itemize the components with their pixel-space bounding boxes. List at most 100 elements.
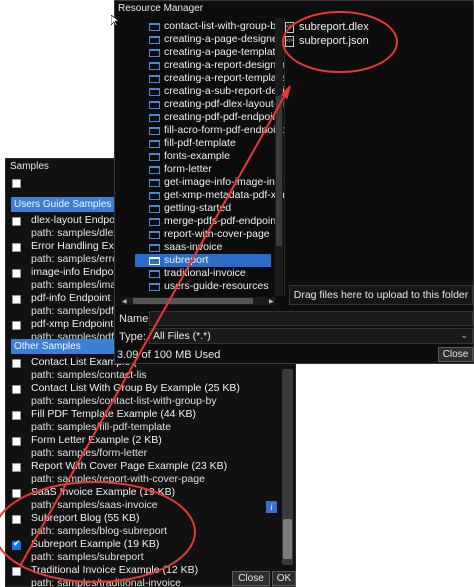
folder-item[interactable]: creating-a-sub-report-designer [149,85,285,98]
sample-item[interactable]: Subreport Blog (55 KB) path: samples/blog… [11,512,296,538]
json-file-icon: </> [285,36,294,47]
folder-icon [149,140,160,148]
sample-name: Subreport Blog (55 KB) [31,512,140,524]
sample-name: Form Letter Example (2 KB) [31,434,162,446]
mouse-cursor-icon [111,15,119,27]
sample-item[interactable]: Fill PDF Template Example (44 KB) path: s… [11,408,296,434]
sample-path: path: samples/saas-invoice [31,499,158,511]
folder-item[interactable]: creating-a-page-designer [149,33,284,46]
sample-name: Traditional Invoice Example (12 KB) [31,564,199,576]
folder-icon [149,283,160,291]
sample-path: path: samples/fill-pdf-template [31,421,172,433]
scroll-right-arrow-icon[interactable]: ▶ [269,298,274,305]
samples-title: Samples [10,161,49,172]
sample-path: path: samples/form-letter [31,447,148,459]
folder-icon [149,166,160,174]
folder-icon [149,205,160,213]
folder-item[interactable]: creating-a-page-template [149,46,284,59]
sample-checkbox[interactable] [12,321,21,330]
sample-checkbox[interactable] [12,489,21,498]
samples-ok-button[interactable]: OK [272,571,296,586]
name-input[interactable] [149,311,473,326]
sample-checkbox[interactable] [12,359,21,368]
upload-drop-zone[interactable]: Drag files here to upload to this folder [289,285,473,305]
file-label: subreport.dlex [299,21,369,33]
sample-name: Report With Cover Page Example (23 KB) [31,460,228,472]
folder-item[interactable]: creating-pdf-pdf-endpoint [149,111,284,124]
folder-icon [149,75,160,83]
folder-icon [149,88,160,96]
folder-icon [149,36,160,44]
sample-name: Contact List With Group By Example (25 K… [31,382,240,394]
folder-item[interactable]: fonts-example [149,150,284,163]
samples-close-button[interactable]: Close [232,571,270,586]
folder-label: fill-pdf-template [164,137,236,149]
folder-item[interactable]: get-image-info-image-info [149,176,284,189]
chevron-down-icon: ⌄ [460,331,468,341]
folder-item[interactable]: report-with-cover-page [149,228,284,241]
sample-name: Subreport Example (19 KB) [31,538,160,550]
folder-item[interactable]: contact-list-with-group-by [149,20,284,33]
sample-checkbox[interactable] [12,539,21,550]
sample-checkbox[interactable] [12,385,21,394]
sample-item[interactable]: Form Letter Example (2 KB) path: samples/… [11,434,296,460]
sample-item[interactable]: SaaS Invoice Example (19 KB) path: sample… [11,486,296,512]
folder-icon [149,244,160,252]
folder-label: get-xmp-metadata-pdf-xmp [164,189,285,201]
sample-path: path: samples/blog-subreport [31,525,167,537]
sample-checkbox[interactable] [12,567,21,576]
folder-icon [149,127,160,135]
sample-checkbox[interactable] [12,463,21,472]
folder-icon [149,62,160,70]
sample-item[interactable]: Subreport Example (19 KB)path: samples/s… [11,538,296,564]
folder-label: creating-a-sub-report-designer [164,85,285,97]
sample-checkbox[interactable] [12,217,21,226]
folder-label: fill-acro-form-pdf-endpoint [164,124,285,136]
sample-checkbox[interactable] [12,295,21,304]
sample-checkbox[interactable] [12,411,21,420]
scroll-left-arrow-icon[interactable]: ◀ [122,298,127,305]
folder-icon [149,270,160,278]
folder-item[interactable]: saas-invoice [149,241,284,254]
folder-label: users-guide-resources [164,280,269,292]
samples-scrollbar-thumb[interactable] [283,519,292,559]
folder-icon [149,231,160,239]
folder-item[interactable]: creating-a-report-designer [149,59,284,72]
resource-manager-close-button[interactable]: Close [438,347,473,362]
folder-tree: contact-list-with-group-by creating-a-pag… [135,18,285,296]
file-label: subreport.json [299,35,369,47]
folder-tree-vscrollbar-thumb[interactable] [276,96,282,246]
folder-item[interactable]: traditional-invoice [149,267,284,280]
folder-item[interactable]: users-guide-resources [149,280,284,293]
sample-checkbox[interactable] [12,515,21,524]
folder-item[interactable]: form-letter [149,163,284,176]
sample-checkbox[interactable] [12,269,21,278]
folder-item[interactable]: creating-a-report-template [149,72,284,85]
info-icon[interactable]: i [266,501,277,513]
folder-label: get-image-info-image-info [164,176,284,188]
type-select[interactable]: All Files (*.*) ⌄ [149,328,473,344]
sample-checkbox[interactable] [12,437,21,446]
folder-item[interactable]: getting-started [149,202,284,215]
folder-label: merge-pdfs-pdf-endpoint [164,215,279,227]
folder-label: getting-started [164,202,232,214]
folder-item[interactable]: fill-pdf-template [149,137,284,150]
folder-tree-hscrollbar-thumb[interactable] [133,298,253,304]
sample-item[interactable]: Contact List With Group By Example (25 K… [11,382,296,408]
resource-manager-dialog: Resource Manager contact-list-with-group… [114,0,474,364]
folder-item[interactable]: subreport [135,254,271,267]
folder-label: fonts-example [164,150,230,162]
folder-label: creating-a-page-designer [164,33,282,45]
folder-item[interactable]: creating-pdf-dlex-layout-endpoint [149,98,284,111]
folder-item[interactable]: get-xmp-metadata-pdf-xmp [149,189,285,202]
select-all-checkbox[interactable] [12,179,21,188]
type-label: Type: [119,331,146,343]
sample-item[interactable]: Report With Cover Page Example (23 KB) pa… [11,460,296,486]
folder-label: saas-invoice [164,241,223,253]
sample-path: path: samples/traditional-invoice [31,577,181,587]
samples-select-all-row[interactable] [6,177,126,191]
sample-checkbox[interactable] [12,243,21,252]
sample-path: path: samples/contact-lis [31,369,147,381]
folder-item[interactable]: merge-pdfs-pdf-endpoint [149,215,284,228]
folder-item[interactable]: fill-acro-form-pdf-endpoint [149,124,285,137]
